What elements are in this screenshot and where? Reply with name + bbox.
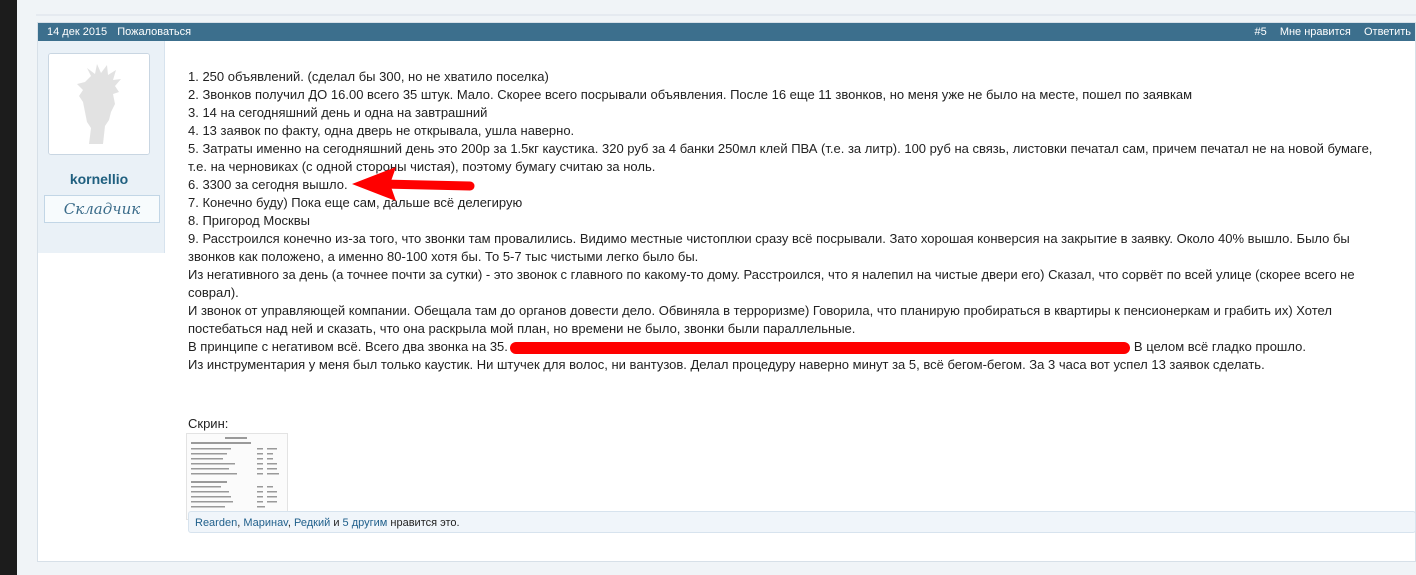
username[interactable]: kornellio xyxy=(38,171,160,187)
likes-others-link[interactable]: 5 другим xyxy=(343,517,388,529)
avatar[interactable] xyxy=(48,53,150,155)
content-line: 8. Пригород Москвы xyxy=(188,213,310,228)
likes-suffix: нравится это. xyxy=(390,517,460,529)
content-line-start: В принципе с негативом всё. Всего два зв… xyxy=(188,339,508,354)
content-line: 4. 13 заявок по факту, одна дверь не отк… xyxy=(188,123,575,138)
user-info-panel: kornellio Складчик xyxy=(38,41,165,253)
content-line-redacted: В принципе с негативом всё. Всего два зв… xyxy=(188,338,1378,356)
likes-summary: Rearden, Маринаv, Редкий и 5 другим нрав… xyxy=(188,511,1416,533)
content-line: 3. 14 на сегодняшний день и одна на завт… xyxy=(188,105,488,120)
reply-link[interactable]: Ответить xyxy=(1364,26,1411,38)
post-content: 1. 250 объявлений. (сделал бы 300, но не… xyxy=(188,68,1378,374)
liker-link[interactable]: Маринаv xyxy=(243,517,288,529)
screenshot-label: Скрин: xyxy=(188,416,229,431)
content-line-end: В целом всё гладко прошло. xyxy=(1133,339,1306,354)
redaction-mark xyxy=(509,341,1130,354)
content-line: Из негативного за день (а точнее почти з… xyxy=(188,267,1355,300)
likes-conjunction: и xyxy=(333,517,340,529)
default-avatar-silhouette-icon xyxy=(49,54,149,154)
previous-post-edge xyxy=(36,14,1416,16)
post-header: 14 дек 2015 Пожаловаться #5 Мне нравится… xyxy=(38,23,1415,41)
forum-post: 14 дек 2015 Пожаловаться #5 Мне нравится… xyxy=(37,22,1416,562)
post-date[interactable]: 14 дек 2015 xyxy=(47,26,107,38)
report-link[interactable]: Пожаловаться xyxy=(117,26,191,38)
left-dark-strip xyxy=(0,0,17,575)
content-line: 1. 250 объявлений. (сделал бы 300, но не… xyxy=(188,69,549,84)
content-line: 2. Звонков получил ДО 16.00 всего 35 шту… xyxy=(188,87,1193,102)
liker-link[interactable]: Rearden xyxy=(195,517,237,529)
like-link[interactable]: Мне нравится xyxy=(1280,26,1351,38)
user-title-badge: Складчик xyxy=(44,195,160,223)
screenshot-thumbnail[interactable] xyxy=(186,433,288,520)
post-number[interactable]: #5 xyxy=(1255,26,1267,38)
spreadsheet-thumbnail-icon xyxy=(191,437,279,513)
content-line: И звонок от управляющей компании. Обещал… xyxy=(188,303,1332,336)
liker-link[interactable]: Редкий xyxy=(294,517,330,529)
content-line: 9. Расстроился конечно из-за того, что з… xyxy=(188,231,1350,264)
annotation-arrow-icon xyxy=(352,167,475,201)
content-line: Из инструментария у меня был только каус… xyxy=(188,357,1265,372)
